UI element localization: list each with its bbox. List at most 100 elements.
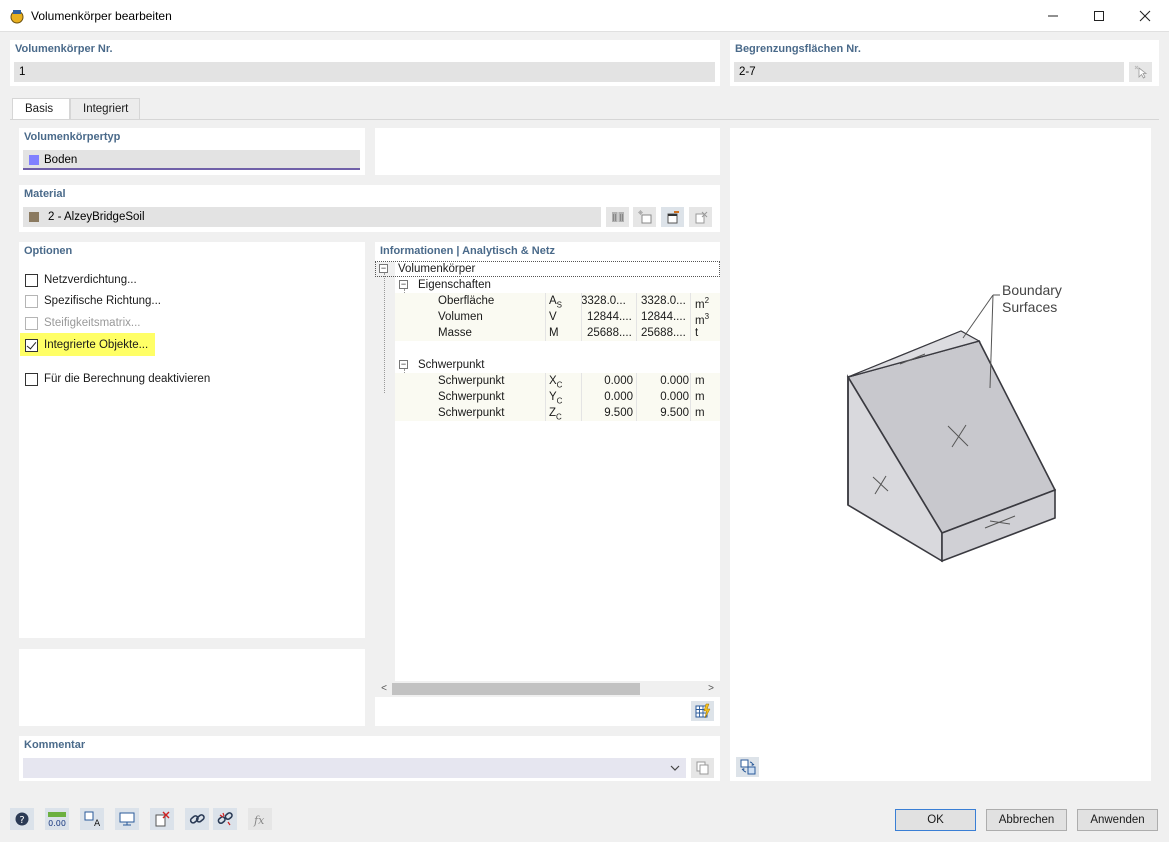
row-value-1: 0.000 xyxy=(581,373,633,389)
column-separator xyxy=(690,293,691,341)
tree-group-centroid[interactable]: Schwerpunkt xyxy=(418,357,484,373)
units-button[interactable]: 0.00 xyxy=(45,808,69,830)
comment-label: Kommentar xyxy=(24,739,85,751)
annotation-leader xyxy=(963,295,993,338)
view-button[interactable] xyxy=(115,808,139,830)
solid-type-select[interactable]: Boden xyxy=(23,150,360,170)
row-unit: m xyxy=(695,405,705,421)
mesh-info-button[interactable] xyxy=(691,701,714,721)
comment-copy-button[interactable] xyxy=(691,758,714,778)
row-unit: m3 xyxy=(695,309,709,325)
row-unit: m2 xyxy=(695,293,709,309)
material-label: Material xyxy=(24,188,66,200)
formula-button[interactable]: fx xyxy=(248,808,272,830)
row-value-2: 0.000 xyxy=(637,389,689,405)
edit-icon xyxy=(666,210,680,224)
info-panel: Informationen | Analytisch & Netz − Volu… xyxy=(375,242,720,726)
row-value-1: 25688.... xyxy=(587,325,632,341)
comment-input[interactable] xyxy=(23,758,686,778)
empty-panel-top xyxy=(375,128,720,175)
row-value-1: 3328.0... xyxy=(581,293,633,309)
checkbox[interactable] xyxy=(25,295,38,308)
app-icon xyxy=(9,8,25,24)
row-value-2: 12844.... xyxy=(641,309,686,325)
scroll-left-icon[interactable]: < xyxy=(378,681,390,697)
row-value-1: 9.500 xyxy=(581,405,633,421)
option-integrated-objects[interactable]: Integrierte Objekte... xyxy=(25,337,148,353)
window-title: Volumenkörper bearbeiten xyxy=(31,9,172,23)
svg-text:?: ? xyxy=(19,815,24,826)
option-label: Für die Berechnung deaktivieren xyxy=(44,373,210,385)
preview-options-button[interactable] xyxy=(736,757,759,777)
solid-type-swatch xyxy=(29,155,39,165)
ok-button[interactable]: OK xyxy=(895,809,976,831)
row-value-1: 12844.... xyxy=(587,309,632,325)
row-name: Schwerpunkt xyxy=(438,373,504,389)
title-bar: Volumenkörper bearbeiten xyxy=(0,0,1169,32)
row-value-2: 25688.... xyxy=(641,325,686,341)
unlink-button[interactable] xyxy=(213,808,237,830)
apply-button[interactable]: Anwenden xyxy=(1077,809,1158,831)
text-button[interactable]: A xyxy=(80,808,104,830)
pick-surfaces-button[interactable] xyxy=(1129,62,1152,82)
option-label: Spezifische Richtung... xyxy=(44,295,161,307)
row-symbol: V xyxy=(549,309,557,325)
option-deactivate-for-calculation[interactable]: Für die Berechnung deaktivieren xyxy=(25,371,210,387)
boundary-surfaces-panel: Begrenzungsflächen Nr. 2-7 xyxy=(730,40,1159,86)
option-specific-direction[interactable]: Spezifische Richtung... xyxy=(25,293,161,309)
column-separator xyxy=(581,373,582,421)
collapse-icon[interactable]: − xyxy=(399,360,408,369)
checkbox[interactable] xyxy=(25,274,38,287)
collapse-icon[interactable]: − xyxy=(379,264,388,273)
tab-basis[interactable]: Basis xyxy=(12,98,70,119)
delete-button[interactable] xyxy=(150,808,174,830)
chevron-down-icon[interactable] xyxy=(667,760,683,776)
tree-group-properties[interactable]: Eigenschaften xyxy=(418,277,491,293)
row-unit: m xyxy=(695,373,705,389)
maximize-button[interactable] xyxy=(1076,0,1122,32)
close-button[interactable] xyxy=(1122,0,1168,32)
delete-material-button[interactable] xyxy=(689,207,712,227)
row-symbol: XC xyxy=(549,373,562,389)
row-value-2: 0.000 xyxy=(637,373,689,389)
edit-material-button[interactable] xyxy=(661,207,684,227)
minimize-button[interactable] xyxy=(1030,0,1076,32)
option-mesh-refinement[interactable]: Netzverdichtung... xyxy=(25,272,137,288)
annotation-label: Boundary Surfaces xyxy=(1002,282,1062,316)
row-name: Masse xyxy=(438,325,472,341)
help-button[interactable]: ? xyxy=(10,808,34,830)
row-value-2: 9.500 xyxy=(637,405,689,421)
scroll-thumb[interactable] xyxy=(392,683,640,695)
column-separator xyxy=(636,373,637,421)
tree-root[interactable]: Volumenkörper xyxy=(398,261,475,277)
tab-integriert[interactable]: Integriert xyxy=(70,98,140,119)
new-material-button[interactable] xyxy=(633,207,656,227)
row-name: Volumen xyxy=(438,309,483,325)
horizontal-scrollbar[interactable]: < > xyxy=(375,681,720,697)
option-label: Integrierte Objekte... xyxy=(44,339,148,351)
tree-gutter xyxy=(375,262,395,682)
material-panel: Material 2 - AlzeyBridgeSoil xyxy=(19,185,720,232)
row-value-1: 0.000 xyxy=(581,389,633,405)
collapse-icon[interactable]: − xyxy=(399,280,408,289)
column-separator xyxy=(545,373,546,421)
boundary-surfaces-field[interactable]: 2-7 xyxy=(734,62,1124,82)
material-swatch xyxy=(29,212,39,222)
options-label: Optionen xyxy=(24,245,72,257)
checkbox[interactable] xyxy=(25,339,38,352)
column-separator xyxy=(690,373,691,421)
row-symbol: YC xyxy=(549,389,562,405)
scroll-right-icon[interactable]: > xyxy=(705,681,717,697)
row-name: Schwerpunkt xyxy=(438,405,504,421)
text-icon: A xyxy=(84,811,100,827)
annotation-line-2: Surfaces xyxy=(1002,299,1062,316)
formula-icon: fx xyxy=(252,811,268,827)
link-button[interactable] xyxy=(185,808,209,830)
checkbox[interactable] xyxy=(25,373,38,386)
cancel-button[interactable]: Abbrechen xyxy=(986,809,1067,831)
material-select[interactable]: 2 - AlzeyBridgeSoil xyxy=(23,207,601,227)
solid-number-field[interactable]: 1 xyxy=(14,62,715,82)
material-library-button[interactable] xyxy=(606,207,629,227)
delete-icon xyxy=(694,210,708,224)
options-panel: Optionen Netzverdichtung... Spezifische … xyxy=(19,242,365,638)
